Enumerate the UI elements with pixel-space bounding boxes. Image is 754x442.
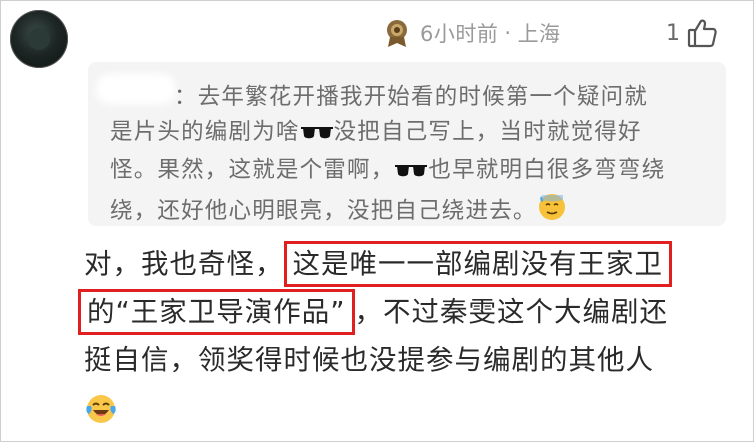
quote-line-3: 怪。果然，这就是个雷啊， 也早就明白很多弯弯绕 (110, 153, 710, 192)
quote-line-4: 绕，还好他心明眼亮，没把自己绕进去。 (110, 192, 710, 233)
reply-text-2b: ，不过秦雯这个大编剧还 (354, 296, 668, 328)
highlight-box-1: 这是唯一一部编剧没有王家卫 (283, 241, 672, 287)
quoted-comment: ：去年繁花开播我开始看的时候第一个疑问就 是片头的编剧为啥 没把自己写上，当时就觉… (88, 62, 726, 226)
comment-meta: 6小时前 · 上海 (384, 15, 561, 51)
reply-line-4 (84, 384, 118, 432)
quote-text-a: ：去年繁花开播我开始看的时候第一个疑问就 (174, 84, 649, 110)
quote-text-f: 绕，还好他心明眼亮，没把自己绕进去。 (110, 197, 537, 224)
like-count: 1 (666, 20, 680, 46)
avatar-figure (28, 28, 50, 50)
sweat-smile-icon (537, 192, 567, 233)
highlight-box-2: 的“王家卫导演作品” (78, 289, 355, 335)
quote-text-e: 也早就明白很多弯弯绕 (428, 157, 666, 183)
quoted-comment-text: ：去年繁花开播我开始看的时候第一个疑问就 是片头的编剧为啥 没把自己写上，当时就觉… (110, 80, 710, 232)
sunglasses-icon (300, 119, 334, 154)
sunglasses-icon (394, 157, 428, 192)
tears-of-joy-icon (84, 392, 118, 426)
reply-text-1b: 这是唯一一部编剧没有王家卫 (292, 248, 663, 280)
quote-line-2: 是片头的编剧为啥 没把自己写上，当时就觉得好 (110, 115, 710, 154)
reply-line-3: 挺自信，领奖得时候也没提参与编剧的其他人 (84, 336, 654, 384)
quote-text-c: 没把自己写上，当时就觉得好 (333, 118, 642, 145)
reply-line-1: 对，我也奇怪， 这是唯一一部编剧没有王家卫 (84, 240, 672, 288)
meta-separator: · (504, 21, 512, 45)
thumbs-up-icon[interactable] (686, 17, 718, 49)
reply-text-1a: 对，我也奇怪， (84, 248, 284, 280)
reply-text-3: 挺自信，领奖得时候也没提参与编剧的其他人 (84, 344, 654, 376)
reply-text-2a: 的“王家卫导演作品” (87, 296, 346, 328)
comment-location: 上海 (517, 22, 561, 46)
user-avatar[interactable] (10, 10, 68, 68)
like-button[interactable]: 1 (666, 13, 718, 53)
quote-text-b: 是片头的编剧为啥 (110, 118, 300, 145)
quote-text-d: 怪。果然，这就是个雷啊， (110, 157, 395, 183)
comment-time: 6小时前 (420, 22, 499, 46)
user-badge-icon (384, 18, 410, 48)
reply-line-2: 的“王家卫导演作品” ，不过秦雯这个大编剧还 (78, 288, 668, 336)
quote-line-1: ：去年繁花开播我开始看的时候第一个疑问就 (110, 80, 710, 115)
